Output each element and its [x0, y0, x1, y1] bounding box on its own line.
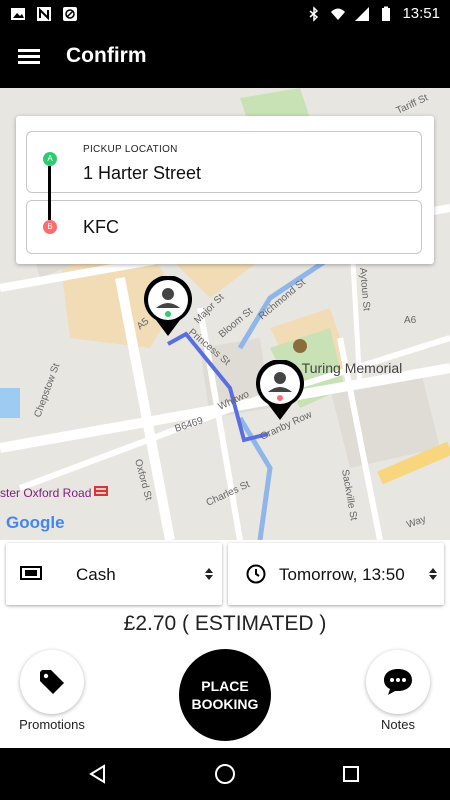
payment-value: Cash: [76, 565, 116, 584]
drop-marker-b: B: [43, 220, 57, 234]
payment-selector[interactable]: Cash: [6, 543, 222, 605]
address-card: PICKUP LOCATION 1 Harter Street KFC: [16, 116, 434, 264]
status-time: 13:51: [402, 5, 440, 22]
pickup-marker-a: A: [43, 152, 57, 166]
notes-button[interactable]: [366, 650, 430, 714]
time-value: Tomorrow, 13:50: [279, 565, 405, 584]
cash-icon: [20, 566, 42, 580]
place-booking-line2: BOOKING: [191, 696, 259, 712]
promotions-label: Promotions: [19, 717, 85, 732]
dropdown-arrows-icon: [429, 568, 437, 580]
recents-icon[interactable]: [342, 765, 360, 783]
signal-icon: [355, 6, 370, 21]
map-label-oxford-road: ster Oxford Road: [0, 486, 91, 500]
pickup-driver-pin-icon[interactable]: [142, 276, 194, 338]
notes-label: Notes: [381, 717, 415, 732]
pickup-location-field[interactable]: PICKUP LOCATION 1 Harter Street: [26, 131, 422, 193]
pickup-label: PICKUP LOCATION: [83, 144, 178, 155]
tag-icon: [40, 670, 64, 694]
pickup-value: 1 Harter Street: [83, 163, 202, 183]
drop-driver-pin-icon[interactable]: [254, 360, 306, 422]
time-selector[interactable]: Tomorrow, 13:50: [228, 543, 444, 605]
drop-value: KFC: [83, 217, 119, 237]
google-logo: Google: [6, 513, 65, 532]
image-icon: [11, 8, 25, 20]
wifi-icon: [331, 8, 346, 20]
estimated-price: £2.70 ( ESTIMATED ): [123, 612, 327, 635]
place-booking-line1: PLACE: [201, 678, 249, 694]
promotions-button[interactable]: [20, 650, 84, 714]
sync-icon: [63, 7, 77, 21]
bluetooth-icon: [309, 5, 319, 22]
status-bar: 13:51: [0, 0, 450, 28]
drop-location-field[interactable]: KFC: [26, 200, 422, 254]
route-connector: [48, 166, 51, 220]
dropdown-arrows-icon: [205, 568, 213, 580]
battery-icon: [382, 6, 391, 21]
memorial-icon: [293, 339, 307, 353]
system-nav-bar: [0, 748, 450, 800]
n-icon: [37, 7, 51, 21]
chat-bubble-icon: [384, 669, 412, 695]
hamburger-menu-icon[interactable]: [18, 46, 42, 70]
rail-station-icon: [94, 486, 108, 496]
place-booking-button[interactable]: PLACE BOOKING: [179, 649, 271, 741]
app-bar: Confirm: [0, 28, 450, 88]
home-icon[interactable]: [214, 763, 236, 785]
map-label-a6: A6: [404, 315, 417, 326]
back-icon[interactable]: [88, 764, 108, 784]
page-title: Confirm: [66, 44, 147, 67]
clock-icon: [246, 564, 266, 584]
